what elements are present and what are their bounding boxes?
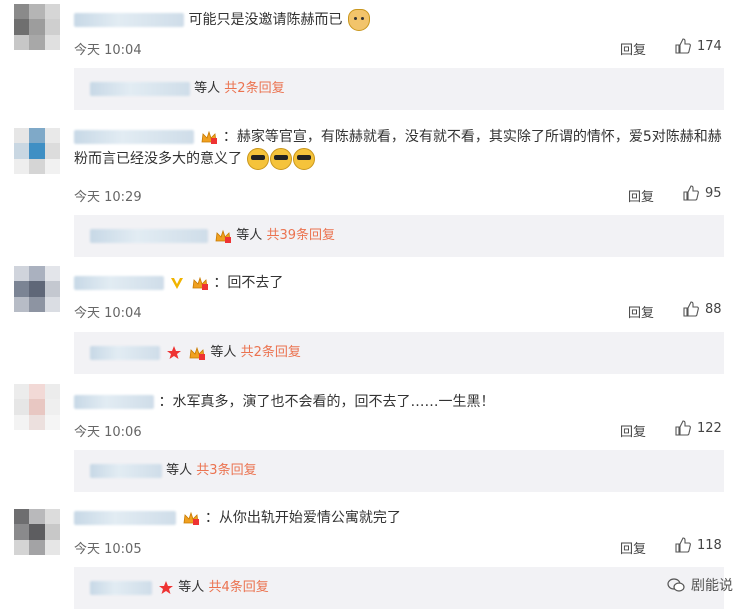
reply-usernames[interactable] (90, 463, 162, 478)
reply-usernames[interactable] (90, 81, 190, 96)
wechat-icon (667, 578, 685, 592)
comment-text-line: ：回不去了 (74, 272, 725, 294)
reply-suffix: 等人 (194, 81, 221, 96)
username[interactable] (74, 511, 176, 525)
reply-button[interactable]: 回复 (620, 39, 646, 58)
comment-text: ：从你出轨开始爱情公寓就完了 (204, 510, 401, 526)
avatar[interactable] (14, 509, 60, 555)
reply-count-link[interactable]: 共39条回复 (266, 228, 335, 243)
like-button[interactable]: 118 (675, 537, 722, 553)
reply-suffix: 等人 (178, 580, 205, 595)
comment-text-line: 可能只是没邀请陈赫而已 (74, 9, 725, 31)
sub-replies[interactable]: 等人 共2条回复 (74, 332, 724, 374)
star-icon (159, 580, 174, 594)
reply-count-link[interactable]: 共4条回复 (208, 580, 268, 595)
username[interactable] (74, 395, 154, 409)
thumbs-up-icon (683, 301, 699, 317)
reply-usernames[interactable] (90, 345, 160, 360)
reply-button[interactable]: 回复 (628, 186, 654, 205)
thumbs-up-icon (675, 38, 691, 54)
comment-text-line: ：赫家等官宣，有陈赫就看，没有就不看，其实除了所谓的情怀，爱5对陈赫和赫粉而言已… (74, 126, 725, 170)
like-button[interactable]: 88 (683, 301, 722, 317)
comment-text: ：回不去了 (213, 275, 284, 291)
like-count: 174 (697, 38, 722, 54)
avatar[interactable] (14, 266, 60, 312)
vip-crown-icon (202, 130, 218, 144)
username[interactable] (74, 276, 164, 290)
sub-replies[interactable]: 等人 共3条回复 (74, 450, 724, 492)
star-icon (167, 345, 182, 359)
timestamp: 今天 10:05 (74, 542, 142, 557)
watermark-label: 剧能说 (691, 578, 733, 594)
reply-suffix: 等人 (166, 463, 193, 478)
timestamp: 今天 10:04 (74, 306, 142, 321)
sub-replies[interactable]: 等人 共2条回复 (74, 68, 724, 110)
watermark: 剧能说 (667, 575, 733, 595)
like-button[interactable]: 174 (675, 38, 722, 54)
avatar[interactable] (14, 128, 60, 174)
reply-count-link[interactable]: 共3条回复 (196, 463, 256, 478)
timestamp: 今天 10:04 (74, 43, 142, 58)
thumbs-up-icon (675, 537, 691, 553)
sub-replies[interactable]: 等人 共4条回复 (74, 567, 724, 609)
reply-button[interactable]: 回复 (620, 538, 646, 557)
like-button[interactable]: 122 (675, 420, 722, 436)
thumbs-up-icon (675, 420, 691, 436)
comment-text: ：水军真多，演了也不会看的，回不去了……一生黑！ (158, 394, 495, 410)
comment-text-line: ：从你出轨开始爱情公寓就完了 (74, 507, 725, 529)
reply-usernames[interactable] (90, 228, 208, 243)
reply-suffix: 等人 (210, 345, 237, 360)
avatar[interactable] (14, 4, 60, 50)
like-button[interactable]: 95 (683, 185, 722, 201)
vip-crown-icon (192, 276, 208, 290)
emoji-sunglasses-icon (270, 148, 293, 170)
reply-button[interactable]: 回复 (620, 421, 646, 440)
vip-crown-icon (189, 346, 206, 360)
thumbs-up-icon (683, 185, 699, 201)
verified-v-icon (171, 278, 184, 289)
reply-usernames[interactable] (90, 580, 152, 595)
username[interactable] (74, 13, 184, 27)
username[interactable] (74, 130, 194, 144)
timestamp: 今天 10:06 (74, 425, 142, 440)
emoji-sunglasses-icon (293, 148, 316, 170)
sub-replies[interactable]: 等人 共39条回复 (74, 215, 724, 257)
timestamp: 今天 10:29 (74, 190, 142, 205)
like-count: 88 (705, 301, 722, 317)
comment-text: 可能只是没邀请陈赫而已 (188, 12, 343, 28)
avatar[interactable] (14, 384, 60, 430)
vip-crown-icon (184, 511, 200, 525)
emoji-sunglasses-icon (247, 148, 270, 170)
reply-count-link[interactable]: 共2条回复 (241, 345, 301, 360)
reply-count-link[interactable]: 共2条回复 (224, 81, 284, 96)
reply-button[interactable]: 回复 (628, 302, 654, 321)
emoji-dog-icon (347, 9, 370, 31)
like-count: 122 (697, 420, 722, 436)
like-count: 118 (697, 537, 722, 553)
like-count: 95 (705, 185, 722, 201)
comment-text-line: ：水军真多，演了也不会看的，回不去了……一生黑！ (74, 391, 725, 413)
reply-suffix: 等人 (236, 228, 263, 243)
vip-crown-icon (215, 229, 232, 243)
